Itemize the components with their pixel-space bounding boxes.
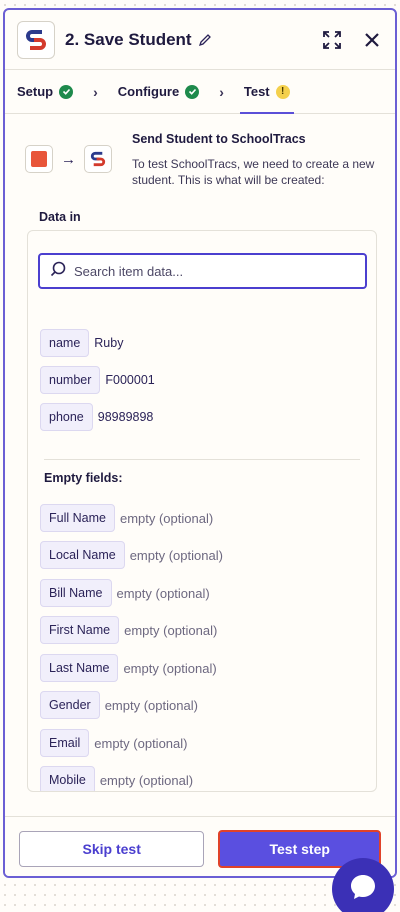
field-key: Bill Name — [40, 579, 112, 607]
tab-test[interactable]: Test ! — [239, 70, 294, 114]
empty-value: empty (optional) — [99, 772, 194, 788]
arrow-right-icon: → — [61, 150, 76, 168]
check-circle-icon — [59, 84, 74, 99]
field-key: name — [40, 329, 90, 357]
empty-field-row: Bill Name empty (optional) — [40, 579, 210, 607]
chevron-right-icon: › — [219, 83, 224, 100]
empty-field-row: First Name empty (optional) — [40, 616, 217, 644]
step-action-title: Send Student to SchoolTracs — [132, 132, 306, 146]
empty-field-row: Mobile empty (optional) — [40, 766, 194, 791]
divider — [44, 459, 360, 460]
data-in-card: name Ruby number F000001 phone 98989898 … — [27, 230, 377, 792]
empty-value: empty (optional) — [123, 660, 217, 676]
tab-setup[interactable]: Setup — [17, 70, 74, 114]
search-input[interactable] — [74, 263, 344, 279]
check-circle-icon — [185, 84, 200, 99]
panel-footer: Skip test Test step — [5, 816, 395, 876]
empty-fields-title: Empty fields: — [44, 471, 123, 485]
empty-field-row: Last Name empty (optional) — [40, 654, 217, 682]
step-info: → Send Student to SchoolTracs To test Sc… — [5, 114, 395, 188]
schooltracs-logo-icon — [17, 20, 55, 59]
field-row: name Ruby — [40, 329, 123, 357]
tab-setup-label: Setup — [17, 84, 54, 99]
field-key: Email — [40, 729, 90, 757]
panel-header: 2. Save Student — [5, 10, 395, 70]
empty-value: empty (optional) — [94, 735, 188, 751]
field-key: Local Name — [40, 541, 125, 569]
zap-step-panel: 2. Save Student Setup › Configure › Test… — [3, 8, 397, 878]
close-icon[interactable] — [361, 29, 383, 51]
field-value: Ruby — [94, 336, 124, 350]
field-key: First Name — [40, 616, 120, 644]
search-box[interactable] — [38, 253, 367, 289]
skip-test-button[interactable]: Skip test — [19, 830, 205, 867]
step-title: 2. Save Student — [65, 29, 192, 49]
chat-support-button[interactable] — [332, 858, 394, 912]
field-key: Full Name — [40, 504, 115, 532]
field-row: number F000001 — [40, 366, 155, 394]
empty-field-row: Email empty (optional) — [40, 729, 187, 757]
field-value: 98989898 — [97, 410, 154, 424]
tab-configure[interactable]: Configure — [117, 70, 200, 114]
empty-value: empty (optional) — [124, 622, 218, 638]
step-description: To test SchoolTracs, we need to create a… — [132, 157, 375, 187]
tab-test-label: Test — [243, 84, 270, 99]
empty-value: empty (optional) — [116, 585, 210, 601]
tab-configure-label: Configure — [117, 84, 180, 99]
field-row: phone 98989898 — [40, 403, 153, 431]
expand-icon[interactable] — [321, 29, 343, 51]
empty-field-row: Gender empty (optional) — [40, 691, 198, 719]
empty-value: empty (optional) — [129, 547, 223, 563]
schooltracs-app-icon — [84, 145, 112, 173]
warning-icon: ! — [275, 84, 290, 99]
field-key: phone — [40, 403, 93, 431]
search-icon — [50, 261, 66, 282]
app-flow: → — [25, 130, 112, 188]
empty-field-row: Full Name empty (optional) — [40, 504, 213, 532]
chat-icon — [348, 872, 378, 907]
field-value: F000001 — [105, 373, 155, 387]
field-key: Gender — [40, 691, 100, 719]
field-key: number — [40, 366, 101, 394]
step-tabs: Setup › Configure › Test ! — [5, 70, 395, 114]
field-key: Last Name — [40, 654, 119, 682]
trigger-app-icon — [25, 145, 53, 173]
empty-field-row: Local Name empty (optional) — [40, 541, 223, 569]
field-key: Mobile — [40, 766, 95, 791]
empty-value: empty (optional) — [104, 697, 198, 713]
empty-value: empty (optional) — [119, 510, 214, 526]
edit-title-icon[interactable] — [198, 33, 212, 47]
chevron-right-icon: › — [93, 83, 98, 100]
